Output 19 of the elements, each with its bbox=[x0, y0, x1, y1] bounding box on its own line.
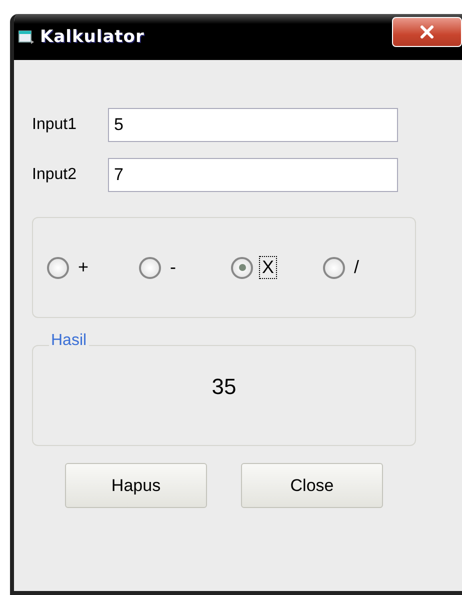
input-label: Input1 bbox=[32, 116, 78, 134]
radio-button[interactable] bbox=[231, 256, 253, 278]
radio-button[interactable] bbox=[139, 256, 161, 278]
window-title: Kalkulator bbox=[40, 27, 144, 47]
action-button[interactable]: Close bbox=[241, 463, 383, 508]
input-field[interactable]: 7 bbox=[108, 158, 398, 192]
close-icon bbox=[419, 25, 435, 39]
window-icon bbox=[18, 30, 34, 44]
operation-label: / bbox=[353, 256, 360, 279]
close-button[interactable] bbox=[392, 17, 462, 47]
radio-button[interactable] bbox=[47, 256, 69, 278]
result-value: 35 bbox=[212, 374, 236, 400]
operation-label: + bbox=[77, 256, 90, 279]
operation-label: X bbox=[259, 256, 278, 279]
operation-label: - bbox=[169, 256, 177, 279]
action-button[interactable]: Hapus bbox=[65, 463, 207, 508]
input-field[interactable]: 5 bbox=[108, 108, 398, 142]
radio-button[interactable] bbox=[323, 256, 345, 278]
input-label: Input2 bbox=[32, 166, 78, 184]
